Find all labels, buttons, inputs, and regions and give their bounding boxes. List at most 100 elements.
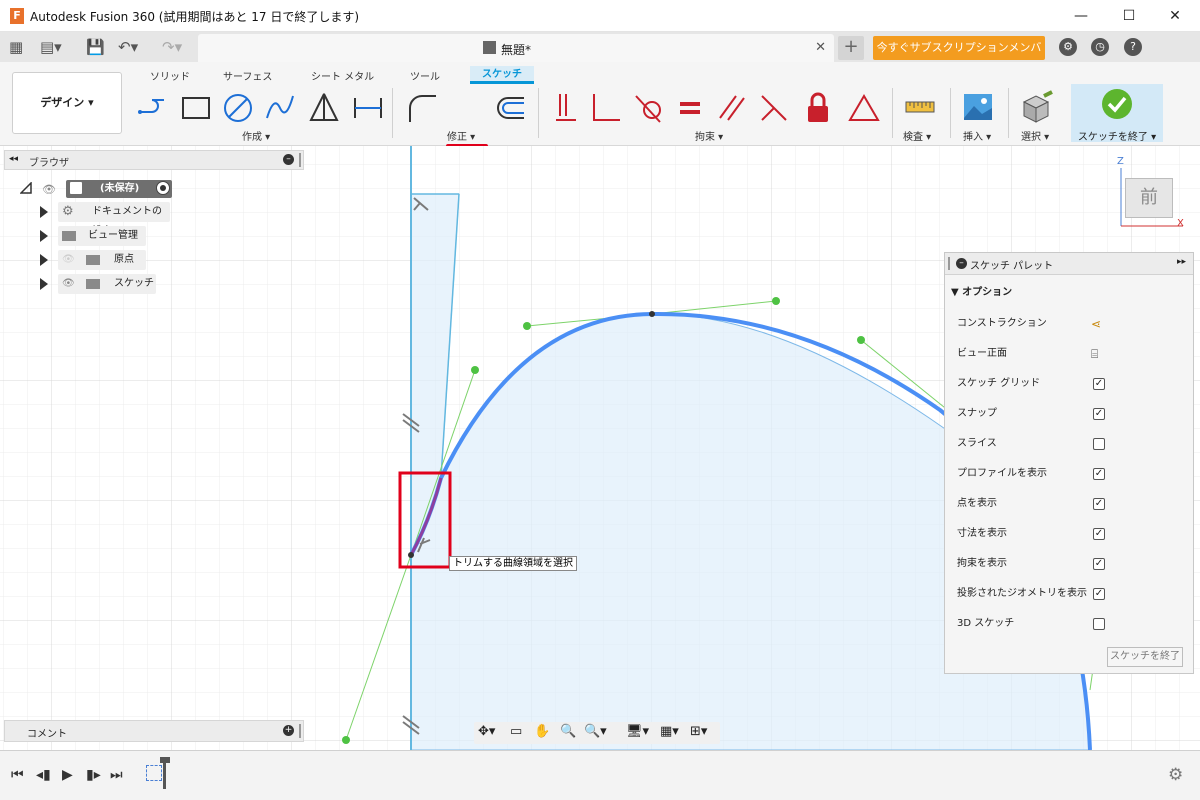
browser-item-view-manager[interactable]: ビュー管理 bbox=[40, 226, 180, 246]
equal-constraint-icon[interactable] bbox=[672, 90, 708, 126]
maximize-button[interactable]: ☐ bbox=[1106, 4, 1152, 28]
visibility-eye-icon[interactable]: 👁 bbox=[62, 274, 75, 294]
minimize-button[interactable]: — bbox=[1058, 4, 1104, 28]
tab-solid[interactable]: ソリッド bbox=[150, 68, 190, 83]
browser-item-sketches[interactable]: 👁 スケッチ bbox=[40, 274, 180, 294]
help-icon[interactable]: ? bbox=[1124, 38, 1142, 56]
palette-collapse-icon[interactable]: – bbox=[956, 258, 967, 269]
palette-row[interactable]: スケッチ グリッド ✓ bbox=[945, 369, 1193, 399]
palette-checkbox[interactable]: ✓ bbox=[1093, 528, 1105, 540]
fix-constraint-lock-icon[interactable] bbox=[800, 90, 836, 126]
visibility-eye-icon[interactable]: 👁 bbox=[42, 183, 56, 196]
step-back-icon[interactable]: ◂▮ bbox=[36, 767, 51, 783]
orbit-icon[interactable]: ✥▾ bbox=[478, 724, 495, 739]
save-icon[interactable]: 💾 bbox=[86, 38, 105, 56]
offset-tool-icon[interactable] bbox=[492, 90, 528, 126]
palette-finish-sketch-button[interactable]: スケッチを終了 bbox=[1107, 647, 1183, 667]
collapse-arrows-icon[interactable]: ◂◂ bbox=[9, 154, 18, 164]
viewcube-front-face[interactable]: 前 bbox=[1125, 178, 1173, 218]
group-constraints[interactable]: 拘束 ▾ bbox=[695, 128, 723, 143]
comments-panel-header[interactable]: コメント + bbox=[4, 720, 304, 742]
palette-checkbox[interactable]: ✓ bbox=[1093, 378, 1105, 390]
fillet-tool-icon[interactable] bbox=[404, 90, 440, 126]
file-menu-icon[interactable]: ▤▾ bbox=[40, 38, 62, 56]
go-to-end-icon[interactable]: ⏭ bbox=[110, 767, 123, 783]
activate-radio-icon[interactable] bbox=[156, 181, 170, 195]
line-tool-icon[interactable] bbox=[134, 90, 170, 126]
expanded-triangle-icon[interactable] bbox=[20, 182, 32, 194]
construction-icon[interactable]: ⋖ bbox=[1091, 309, 1101, 339]
subscribe-button[interactable]: 今すぐサブスクリプションメンバーに... bbox=[873, 36, 1045, 78]
display-settings-icon[interactable]: 🖥▾ bbox=[626, 724, 649, 739]
group-select[interactable]: 選択 ▾ bbox=[1021, 128, 1049, 143]
viewports-icon[interactable]: ⊞▾ bbox=[690, 724, 707, 739]
extensions-icon[interactable]: ⚙ bbox=[1059, 38, 1077, 56]
timeline-settings-gear-icon[interactable]: ⚙ bbox=[1168, 765, 1183, 785]
palette-checkbox[interactable]: ✓ bbox=[1093, 408, 1105, 420]
close-tab-icon[interactable]: ✕ bbox=[815, 40, 826, 55]
panel-pin-icon[interactable] bbox=[299, 153, 301, 167]
insert-image-icon[interactable] bbox=[960, 90, 996, 126]
go-to-start-icon[interactable]: ⏮ bbox=[11, 767, 24, 783]
options-section-header[interactable]: ▼ オプション bbox=[951, 283, 1012, 298]
browser-panel-header[interactable]: ◂◂ ブラウザ – bbox=[4, 150, 304, 170]
handle-point[interactable] bbox=[523, 322, 531, 330]
tab-sketch[interactable]: スケッチ bbox=[470, 66, 534, 84]
spline-end-point[interactable] bbox=[408, 552, 414, 558]
handle-point[interactable] bbox=[471, 366, 479, 374]
palette-row[interactable]: コンストラクション ⋖ bbox=[945, 309, 1193, 339]
finish-sketch-button[interactable]: スケッチを終了 ▾ bbox=[1071, 84, 1163, 143]
midpoint-constraint-icon[interactable] bbox=[756, 90, 792, 126]
sketch-palette-header[interactable]: – スケッチ パレット ▸▸ bbox=[945, 253, 1193, 275]
pan-hand-icon[interactable]: ✋ bbox=[534, 724, 550, 739]
spline-fit-point[interactable] bbox=[649, 311, 655, 317]
collapsed-triangle-icon[interactable] bbox=[40, 230, 48, 242]
tab-surface[interactable]: サーフェス bbox=[223, 68, 272, 83]
palette-row[interactable]: 拘束を表示 ✓ bbox=[945, 549, 1193, 579]
group-modify[interactable]: 修正 ▾ bbox=[447, 128, 475, 143]
dimension-tool-icon[interactable] bbox=[350, 90, 386, 126]
palette-row[interactable]: 寸法を表示 ✓ bbox=[945, 519, 1193, 549]
rectangle-tool-icon[interactable] bbox=[178, 90, 214, 126]
handle-point[interactable] bbox=[342, 736, 350, 744]
close-window-button[interactable]: ✕ bbox=[1152, 4, 1198, 28]
palette-row[interactable]: ビュー正面 ⌸ bbox=[945, 339, 1193, 369]
fit-zoom-icon[interactable]: 🔍▾ bbox=[584, 724, 607, 739]
spline-tool-icon[interactable] bbox=[262, 90, 298, 126]
add-comment-icon[interactable]: + bbox=[283, 725, 294, 736]
measure-ruler-icon[interactable] bbox=[902, 90, 938, 126]
step-forward-icon[interactable]: ▮▸ bbox=[86, 767, 101, 783]
palette-row[interactable]: プロファイルを表示 ✓ bbox=[945, 459, 1193, 489]
data-panel-grid-icon[interactable]: ▦ bbox=[9, 38, 23, 56]
browser-item-origin[interactable]: 👁 原点 bbox=[40, 250, 180, 270]
job-status-icon[interactable]: ◷ bbox=[1091, 38, 1109, 56]
tab-tools[interactable]: ツール bbox=[410, 68, 440, 83]
hidden-eye-icon[interactable]: 👁 bbox=[62, 250, 75, 270]
browser-collapse-icon[interactable]: – bbox=[283, 154, 294, 165]
zoom-icon[interactable]: 🔍 bbox=[560, 724, 576, 739]
perpendicular-constraint-icon[interactable] bbox=[588, 90, 624, 126]
symmetry-constraint-icon[interactable] bbox=[846, 90, 882, 126]
group-inspect[interactable]: 検査 ▾ bbox=[903, 128, 931, 143]
handle-point[interactable] bbox=[772, 297, 780, 305]
timeline-sketch-feature-icon[interactable] bbox=[146, 765, 162, 781]
play-icon[interactable]: ▶ bbox=[62, 767, 73, 783]
collapsed-triangle-icon[interactable] bbox=[40, 254, 48, 266]
circle-tool-icon[interactable] bbox=[220, 90, 256, 126]
group-insert[interactable]: 挿入 ▾ bbox=[963, 128, 991, 143]
viewcube[interactable]: Z X 前 bbox=[1113, 156, 1188, 229]
palette-checkbox[interactable]: ✓ bbox=[1093, 498, 1105, 510]
look-at-icon[interactable]: ▭ bbox=[510, 724, 522, 739]
mirror-tool-icon[interactable] bbox=[306, 90, 342, 126]
palette-checkbox[interactable]: ✓ bbox=[1093, 588, 1105, 600]
palette-checkbox[interactable]: ✓ bbox=[1093, 468, 1105, 480]
panel-pin-icon[interactable] bbox=[299, 724, 301, 738]
panel-grip-icon[interactable] bbox=[948, 257, 950, 270]
palette-row[interactable]: 投影されたジオメトリを表示 ✓ bbox=[945, 579, 1193, 609]
palette-row[interactable]: スナップ ✓ bbox=[945, 399, 1193, 429]
tab-sheet-metal[interactable]: シート メタル bbox=[311, 68, 374, 83]
collapsed-triangle-icon[interactable] bbox=[40, 278, 48, 290]
palette-checkbox[interactable]: ✓ bbox=[1093, 558, 1105, 570]
browser-item-document-settings[interactable]: ⚙ドキュメントの設定 bbox=[40, 202, 180, 237]
palette-row[interactable]: 3D スケッチ bbox=[945, 609, 1193, 639]
